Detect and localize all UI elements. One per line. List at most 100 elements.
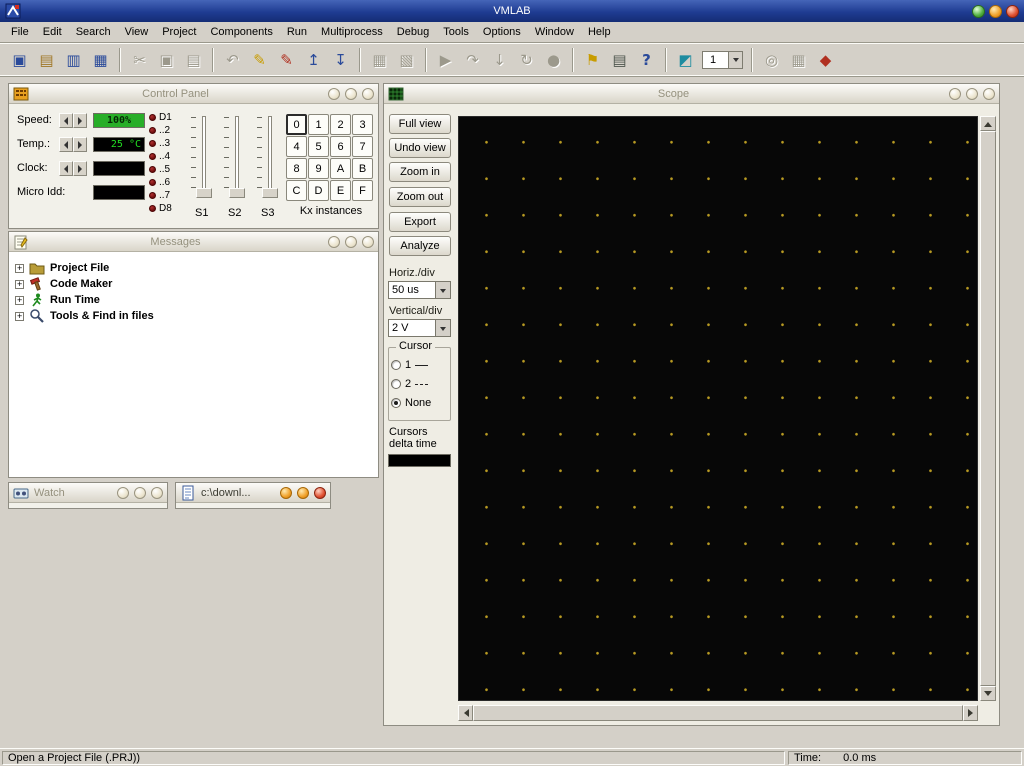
slider-thumb[interactable] bbox=[196, 188, 212, 198]
scroll-up-icon[interactable] bbox=[980, 116, 996, 131]
minimize-button[interactable] bbox=[328, 236, 340, 248]
expand-icon[interactable] bbox=[15, 296, 24, 305]
key-5[interactable]: 5 bbox=[308, 136, 329, 157]
scroll-down-icon[interactable] bbox=[980, 686, 996, 701]
tree-item-run-time[interactable]: Run Time bbox=[15, 292, 100, 308]
key-f[interactable]: F bbox=[352, 180, 373, 201]
messages-titlebar[interactable]: Messages bbox=[9, 232, 378, 252]
tile-windows-icon[interactable]: ▦ bbox=[785, 46, 812, 73]
expand-icon[interactable] bbox=[15, 280, 24, 289]
menu-run[interactable]: Run bbox=[280, 24, 314, 40]
menu-components[interactable]: Components bbox=[203, 24, 279, 40]
run-icon[interactable]: ▶ bbox=[432, 46, 459, 73]
flag-icon[interactable]: ⚑ bbox=[579, 46, 606, 73]
build-icon[interactable]: ▦ bbox=[366, 46, 393, 73]
scope-titlebar[interactable]: Scope bbox=[384, 84, 999, 104]
key-c[interactable]: C bbox=[286, 180, 307, 201]
close-button[interactable] bbox=[151, 487, 163, 499]
export-button[interactable]: Export bbox=[389, 212, 451, 232]
close-button[interactable] bbox=[362, 236, 374, 248]
key-8[interactable]: 8 bbox=[286, 158, 307, 179]
key-e[interactable]: E bbox=[330, 180, 351, 201]
key-9[interactable]: 9 bbox=[308, 158, 329, 179]
watch-titlebar[interactable]: Watch bbox=[9, 483, 167, 503]
maximize-button[interactable] bbox=[345, 88, 357, 100]
minimize-button[interactable] bbox=[328, 88, 340, 100]
undo-view-button[interactable]: Undo view bbox=[389, 138, 451, 158]
new-project-icon[interactable]: ▣ bbox=[6, 46, 33, 73]
tree-item-code-maker[interactable]: Code Maker bbox=[15, 276, 112, 292]
close-button[interactable] bbox=[983, 88, 995, 100]
paste-icon[interactable]: ▤ bbox=[180, 46, 207, 73]
key-3[interactable]: 3 bbox=[352, 114, 373, 135]
component-icon[interactable]: ◩ bbox=[672, 46, 699, 73]
reset-icon[interactable]: ↻ bbox=[513, 46, 540, 73]
key-7[interactable]: 7 bbox=[352, 136, 373, 157]
close-button[interactable] bbox=[362, 88, 374, 100]
instance-dropdown-button[interactable] bbox=[728, 51, 743, 69]
menu-edit[interactable]: Edit bbox=[36, 24, 69, 40]
open-project-icon[interactable]: ▤ bbox=[33, 46, 60, 73]
menu-debug[interactable]: Debug bbox=[390, 24, 436, 40]
slider-s2[interactable] bbox=[223, 114, 249, 200]
key-1[interactable]: 1 bbox=[308, 114, 329, 135]
maximize-button[interactable] bbox=[134, 487, 146, 499]
scope-plot-area[interactable] bbox=[458, 116, 978, 701]
cut-icon[interactable]: ✂ bbox=[126, 46, 153, 73]
clock-decrease-button[interactable] bbox=[59, 161, 73, 176]
highlight-icon[interactable]: ✎ bbox=[246, 46, 273, 73]
analyze-button[interactable]: Analyze bbox=[389, 236, 451, 256]
radio-icon[interactable] bbox=[391, 360, 401, 370]
scroll-right-icon[interactable] bbox=[963, 705, 978, 721]
tree-item-project-file[interactable]: Project File bbox=[15, 260, 109, 276]
radio-icon[interactable] bbox=[391, 379, 401, 389]
tree-item-tools-find[interactable]: Tools & Find in files bbox=[15, 308, 154, 324]
goto-top-icon[interactable]: ↥ bbox=[300, 46, 327, 73]
menu-tools[interactable]: Tools bbox=[436, 24, 476, 40]
minimize-button[interactable] bbox=[117, 487, 129, 499]
key-4[interactable]: 4 bbox=[286, 136, 307, 157]
undo-icon[interactable]: ↶ bbox=[219, 46, 246, 73]
key-b[interactable]: B bbox=[352, 158, 373, 179]
close-button[interactable] bbox=[1006, 5, 1019, 18]
maximize-button[interactable] bbox=[297, 487, 309, 499]
temp-increase-button[interactable] bbox=[73, 137, 87, 152]
menu-options[interactable]: Options bbox=[476, 24, 528, 40]
vertical-div-select[interactable]: 2 V bbox=[388, 319, 451, 337]
help-icon[interactable]: ? bbox=[633, 46, 660, 73]
key-a[interactable]: A bbox=[330, 158, 351, 179]
horiz-div-select[interactable]: 50 us bbox=[388, 281, 451, 299]
maximize-button[interactable] bbox=[966, 88, 978, 100]
print-icon[interactable]: ▤ bbox=[606, 46, 633, 73]
menu-window[interactable]: Window bbox=[528, 24, 581, 40]
maximize-button[interactable] bbox=[989, 5, 1002, 18]
menu-help[interactable]: Help bbox=[581, 24, 618, 40]
minimize-button[interactable] bbox=[280, 487, 292, 499]
expand-icon[interactable] bbox=[15, 312, 24, 321]
stop-icon[interactable]: ● bbox=[540, 46, 567, 73]
menu-search[interactable]: Search bbox=[69, 24, 118, 40]
scroll-left-icon[interactable] bbox=[458, 705, 473, 721]
scrollbar-thumb[interactable] bbox=[473, 705, 963, 721]
slider-thumb[interactable] bbox=[229, 188, 245, 198]
maximize-button[interactable] bbox=[345, 236, 357, 248]
minimize-button[interactable] bbox=[972, 5, 985, 18]
menu-file[interactable]: File bbox=[4, 24, 36, 40]
vertical-scrollbar[interactable] bbox=[980, 116, 996, 701]
save-file-icon[interactable]: ▥ bbox=[60, 46, 87, 73]
instance-spinner[interactable]: 1 bbox=[702, 51, 743, 69]
step-into-icon[interactable]: ↓ bbox=[486, 46, 513, 73]
chevron-down-icon[interactable] bbox=[435, 320, 450, 336]
menu-project[interactable]: Project bbox=[155, 24, 203, 40]
slider-thumb[interactable] bbox=[262, 188, 278, 198]
minimize-button[interactable] bbox=[949, 88, 961, 100]
rebuild-icon[interactable]: ▧ bbox=[393, 46, 420, 73]
edit-marker-icon[interactable]: ✎ bbox=[273, 46, 300, 73]
slider-s3[interactable] bbox=[256, 114, 282, 200]
speed-decrease-button[interactable] bbox=[59, 113, 73, 128]
control-panel-titlebar[interactable]: Control Panel bbox=[9, 84, 378, 104]
temp-decrease-button[interactable] bbox=[59, 137, 73, 152]
key-6[interactable]: 6 bbox=[330, 136, 351, 157]
chevron-down-icon[interactable] bbox=[435, 282, 450, 298]
copy-icon[interactable]: ▣ bbox=[153, 46, 180, 73]
